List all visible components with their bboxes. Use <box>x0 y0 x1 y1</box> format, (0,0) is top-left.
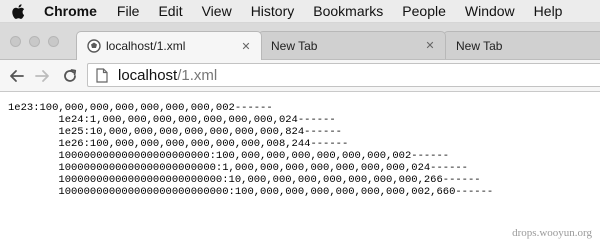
browser-toolbar: localhost/1.xml <box>0 60 600 92</box>
menu-file[interactable]: File <box>117 3 140 19</box>
menu-help[interactable]: Help <box>534 3 563 19</box>
menu-edit[interactable]: Edit <box>158 3 182 19</box>
page-content: 1e23:100,000,000,000,000,000,000,002----… <box>0 92 600 244</box>
watermark: drops.wooyun.org <box>512 227 592 239</box>
xml-line: 1e25:10,000,000,000,000,000,000,000,824-… <box>8 126 342 138</box>
back-arrow-icon[interactable] <box>6 66 26 86</box>
xml-line: 1e26:100,000,000,000,000,000,000,008,244… <box>8 138 349 150</box>
xml-line: 1e23:100,000,000,000,000,000,000,002----… <box>8 102 273 114</box>
menu-bookmarks[interactable]: Bookmarks <box>313 3 383 19</box>
menu-people[interactable]: People <box>402 3 446 19</box>
menu-app-name[interactable]: Chrome <box>44 3 97 19</box>
tab-title: localhost/1.xml <box>106 39 186 53</box>
xml-line: 1000000000000000000000000:1,000,000,000,… <box>8 162 468 174</box>
menu-window[interactable]: Window <box>465 3 515 19</box>
tab-localhost[interactable]: localhost/1.xml ✕ <box>76 31 262 60</box>
close-icon[interactable]: ✕ <box>423 39 437 52</box>
tab-new-tab[interactable]: New Tab ✕ <box>258 31 446 59</box>
tab-new-tab[interactable]: New Tab <box>443 31 600 59</box>
tab-title: New Tab <box>456 38 503 53</box>
tab-strip: localhost/1.xml ✕ New Tab ✕ New Tab <box>0 23 600 60</box>
menu-history[interactable]: History <box>251 3 295 19</box>
xml-document: 1e23:100,000,000,000,000,000,000,002----… <box>8 102 493 198</box>
close-window-button[interactable] <box>10 36 21 47</box>
menu-view[interactable]: View <box>202 3 232 19</box>
xml-line: 10000000000000000000000000:10,000,000,00… <box>8 174 481 186</box>
close-icon[interactable]: ✕ <box>239 40 253 53</box>
xml-line: 100000000000000000000000:100,000,000,000… <box>8 150 450 162</box>
apple-icon[interactable] <box>12 3 28 19</box>
window-controls <box>10 36 59 47</box>
globe-icon <box>87 39 101 53</box>
menu-bar: Chrome File Edit View History Bookmarks … <box>0 0 600 23</box>
xml-line: 100000000000000000000000000:100,000,000,… <box>8 186 494 198</box>
url-path: /1.xml <box>177 66 218 84</box>
reload-icon[interactable] <box>60 66 80 86</box>
address-bar[interactable]: localhost/1.xml <box>87 63 600 87</box>
tab-title: New Tab <box>271 38 318 53</box>
zoom-window-button[interactable] <box>48 36 59 47</box>
url-host: localhost <box>118 66 178 84</box>
minimize-window-button[interactable] <box>29 36 40 47</box>
page-icon <box>96 67 110 83</box>
xml-line: 1e24:1,000,000,000,000,000,000,000,024--… <box>8 114 336 126</box>
forward-arrow-icon[interactable] <box>33 66 53 86</box>
